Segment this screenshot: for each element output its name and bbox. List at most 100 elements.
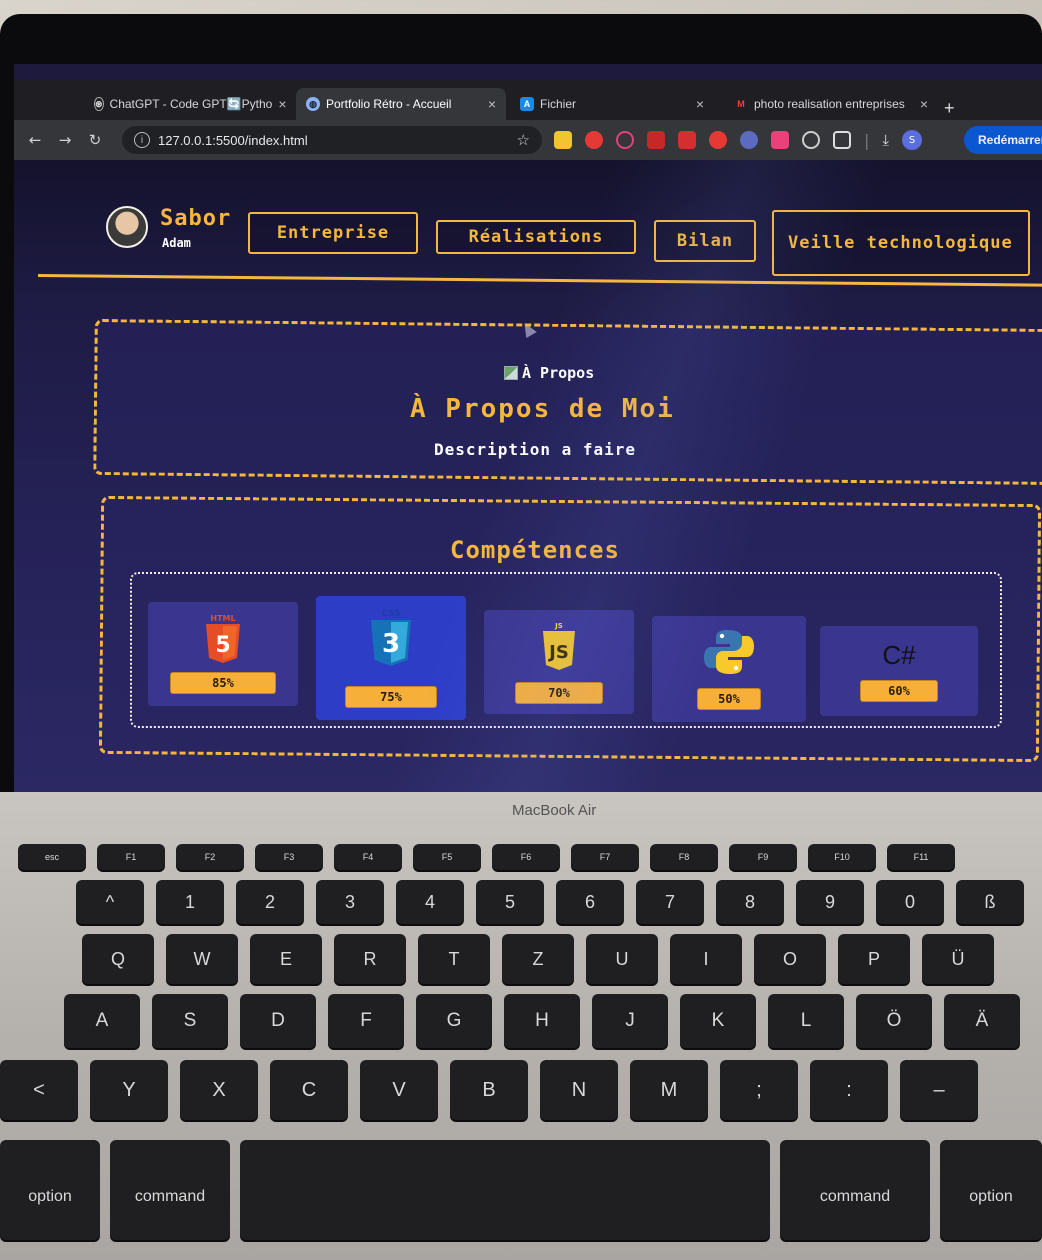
new-tab-button[interactable]: + xyxy=(944,98,955,119)
svg-text:3: 3 xyxy=(382,629,400,659)
key-a-3: F xyxy=(328,994,404,1048)
key-num-2: 2 xyxy=(236,880,304,924)
key-fn-6: F6 xyxy=(492,844,560,870)
key-y-9: : xyxy=(810,1060,888,1120)
key-num-3: 3 xyxy=(316,880,384,924)
key-num-10: 0 xyxy=(876,880,944,924)
key-fn-9: F9 xyxy=(729,844,797,870)
portfolio-page: Sabor Adam Entreprise Réalisations Bilan… xyxy=(14,160,1042,792)
site-info-icon[interactable]: i xyxy=(134,132,150,148)
browser-toolbar: ← → ↻ i 127.0.0.1:5500/index.html ☆ | ⤓ … xyxy=(14,120,1042,160)
nav-realisations[interactable]: Réalisations xyxy=(436,220,636,254)
key-num-6: 6 xyxy=(556,880,624,924)
toolbar-divider: | xyxy=(864,130,870,150)
skill-card-python: 50% xyxy=(652,616,806,722)
key-y-2: X xyxy=(180,1060,258,1120)
key-y-1: Y xyxy=(90,1060,168,1120)
key-mod-1: command xyxy=(110,1140,230,1240)
back-icon[interactable]: ← xyxy=(20,131,50,149)
drive-icon: A xyxy=(520,97,534,111)
profile-photo xyxy=(106,206,148,248)
extension-icon[interactable] xyxy=(802,131,820,149)
profile-avatar[interactable]: S xyxy=(902,130,923,150)
tab-chatgpt[interactable]: ⊛ ChatGPT - Code GPT🔄Pytho × xyxy=(84,88,288,120)
key-num-11: ß xyxy=(956,880,1024,924)
key-q-8: O xyxy=(754,934,826,984)
extension-icon[interactable] xyxy=(585,131,603,149)
css3-icon: CSS 3 xyxy=(368,606,414,668)
extension-icon[interactable] xyxy=(678,131,696,149)
close-icon[interactable]: × xyxy=(488,96,496,112)
forward-icon[interactable]: → xyxy=(50,131,80,149)
key-a-7: K xyxy=(680,994,756,1048)
key-y-4: V xyxy=(360,1060,438,1120)
key-y-5: B xyxy=(450,1060,528,1120)
tab-portfolio[interactable]: ◍ Portfolio Rétro - Accueil × xyxy=(296,88,506,120)
macbook-label: MacBook Air xyxy=(512,802,597,819)
csharp-icon: C# xyxy=(882,640,916,670)
skill-percent: 50% xyxy=(697,688,761,710)
nav-bilan[interactable]: Bilan xyxy=(654,220,756,262)
key-a-9: Ö xyxy=(856,994,932,1048)
key-q-0: Q xyxy=(82,934,154,984)
key-q-2: E xyxy=(250,934,322,984)
tab-title: ChatGPT - Code GPT🔄Pytho xyxy=(109,97,273,111)
extension-icon[interactable] xyxy=(616,131,634,149)
browser-tabstrip: ⊛ ChatGPT - Code GPT🔄Pytho × ◍ Portfolio… xyxy=(14,80,1042,120)
key-a-2: D xyxy=(240,994,316,1048)
key-fn-10: F10 xyxy=(808,844,876,870)
skill-percent: 60% xyxy=(860,680,938,702)
tab-fichier[interactable]: A Fichier × xyxy=(510,88,714,120)
about-title: À Propos de Moi xyxy=(410,394,675,424)
close-icon[interactable]: × xyxy=(920,96,928,112)
address-bar[interactable]: i 127.0.0.1:5500/index.html ☆ xyxy=(122,126,542,154)
broken-image-icon xyxy=(504,366,518,380)
restart-button[interactable]: Redémarrer xyxy=(964,126,1042,154)
extension-icon[interactable] xyxy=(740,131,758,149)
svg-text:JS: JS xyxy=(547,642,569,663)
key-y-3: C xyxy=(270,1060,348,1120)
nav-entreprise[interactable]: Entreprise xyxy=(248,212,418,254)
gmail-icon: M xyxy=(737,99,745,109)
tab-title: photo realisation entreprises xyxy=(754,97,905,111)
brand-name: Sabor xyxy=(160,206,232,231)
globe-icon: ◍ xyxy=(306,97,320,111)
close-icon[interactable]: × xyxy=(696,96,704,112)
skills-title: Compétences xyxy=(450,536,620,564)
key-q-3: R xyxy=(334,934,406,984)
key-a-6: J xyxy=(592,994,668,1048)
key-q-1: W xyxy=(166,934,238,984)
key-fn-8: F8 xyxy=(650,844,718,870)
extension-icon[interactable] xyxy=(709,131,727,149)
about-image-alt-text: À Propos xyxy=(522,364,595,382)
key-num-0: ^ xyxy=(76,880,144,924)
nav-veille-technologique[interactable]: Veille technologique xyxy=(772,210,1030,276)
key-mod-3: option xyxy=(940,1140,1042,1240)
key-q-4: T xyxy=(418,934,490,984)
skill-percent: 85% xyxy=(170,672,276,694)
download-icon[interactable]: ⤓ xyxy=(882,131,889,149)
key-q-7: I xyxy=(670,934,742,984)
key-y-8: ; xyxy=(720,1060,798,1120)
about-image-broken: À Propos xyxy=(504,364,594,382)
extension-icon[interactable] xyxy=(771,131,789,149)
extension-icon[interactable] xyxy=(554,131,572,149)
extension-icon[interactable] xyxy=(647,131,665,149)
reload-icon[interactable]: ↻ xyxy=(80,131,110,149)
skill-card-js: JS JS 70% xyxy=(484,610,634,714)
close-icon[interactable]: × xyxy=(278,96,286,112)
brand-subname: Adam xyxy=(162,236,191,250)
skill-card-html: HTML 5 85% xyxy=(148,602,298,706)
puzzle-icon[interactable] xyxy=(833,131,851,149)
key-mod-2: command xyxy=(780,1140,930,1240)
key-num-9: 9 xyxy=(796,880,864,924)
key-a-1: S xyxy=(152,994,228,1048)
html5-icon: HTML 5 xyxy=(203,612,243,664)
tab-title: Portfolio Rétro - Accueil xyxy=(326,97,452,111)
key-num-7: 7 xyxy=(636,880,704,924)
key-num-8: 8 xyxy=(716,880,784,924)
key-space xyxy=(240,1140,770,1240)
tab-gmail[interactable]: M photo realisation entreprises × xyxy=(724,88,938,120)
key-y-7: M xyxy=(630,1060,708,1120)
bookmark-star-icon[interactable]: ☆ xyxy=(517,131,530,149)
